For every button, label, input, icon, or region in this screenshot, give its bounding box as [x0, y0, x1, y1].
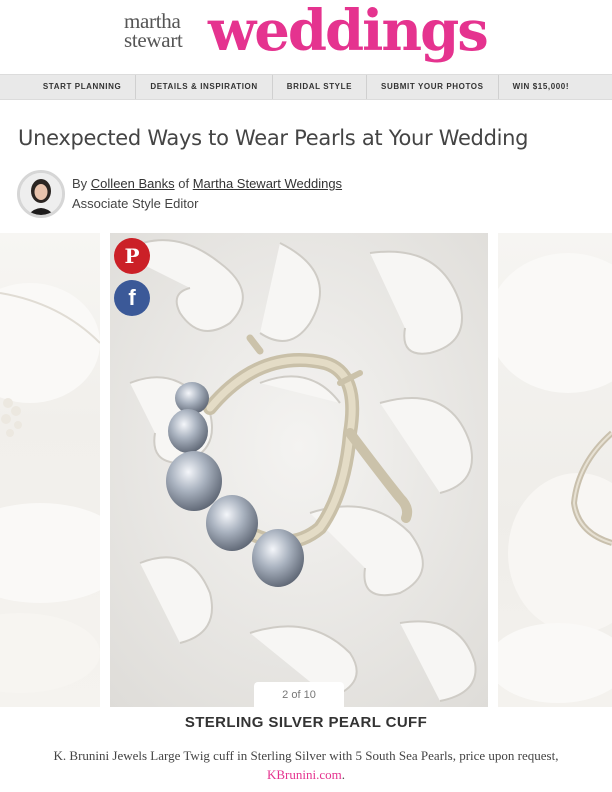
- publication-link[interactable]: Martha Stewart Weddings: [193, 176, 342, 191]
- logo-martha-stewart: martha stewart: [124, 11, 183, 52]
- next-slide-image: [498, 253, 612, 703]
- slide-caption-text: K. Brunini Jewels Large Twig cuff in Ste…: [30, 746, 582, 784]
- nav-submit-photos[interactable]: SUBMIT YOUR PHOTOS: [366, 75, 498, 99]
- author-link[interactable]: Colleen Banks: [91, 176, 175, 191]
- logo-line-stewart: stewart: [124, 28, 183, 52]
- pinterest-share-button[interactable]: P: [114, 238, 150, 274]
- slideshow: P f 2 of 10: [0, 233, 612, 707]
- slide-caption-title: STERLING SILVER PEARL CUFF: [184, 714, 428, 731]
- caption-link[interactable]: KBrunini.com: [267, 767, 342, 782]
- logo-weddings: weddings: [208, 0, 489, 64]
- nav-details-inspiration[interactable]: DETAILS & INSPIRATION: [135, 75, 271, 99]
- slide-counter: 2 of 10: [254, 682, 344, 707]
- nav-start-planning[interactable]: START PLANNING: [29, 75, 135, 99]
- facebook-share-button[interactable]: f: [114, 280, 150, 316]
- pearl-cuff-photo: [110, 233, 488, 707]
- nav-win-contest[interactable]: WIN $15,000!: [497, 75, 584, 99]
- next-slide-preview[interactable]: [498, 233, 612, 707]
- previous-slide-preview[interactable]: [0, 233, 100, 707]
- facebook-icon: f: [128, 285, 136, 310]
- previous-slide-image: [0, 283, 100, 693]
- author-role: Associate Style Editor: [72, 196, 199, 211]
- caption-end: .: [341, 767, 345, 782]
- byline-of: of: [178, 176, 190, 191]
- article-title: Unexpected Ways to Wear Pearls at Your W…: [18, 126, 529, 150]
- byline-prefix: By: [72, 176, 88, 191]
- nav-bridal-style[interactable]: BRIDAL STYLE: [271, 75, 366, 99]
- author-photo: [20, 173, 62, 215]
- pinterest-icon: P: [124, 244, 140, 268]
- site-logo[interactable]: martha stewart weddings: [0, 0, 612, 74]
- author-avatar[interactable]: [17, 170, 65, 218]
- main-nav: START PLANNING DETAILS & INSPIRATION BRI…: [0, 74, 612, 100]
- caption-body: K. Brunini Jewels Large Twig cuff in Ste…: [53, 748, 559, 763]
- slide-image-pearl-cuff[interactable]: [110, 233, 488, 707]
- byline: By Colleen Banks of Martha Stewart Weddi…: [72, 176, 342, 191]
